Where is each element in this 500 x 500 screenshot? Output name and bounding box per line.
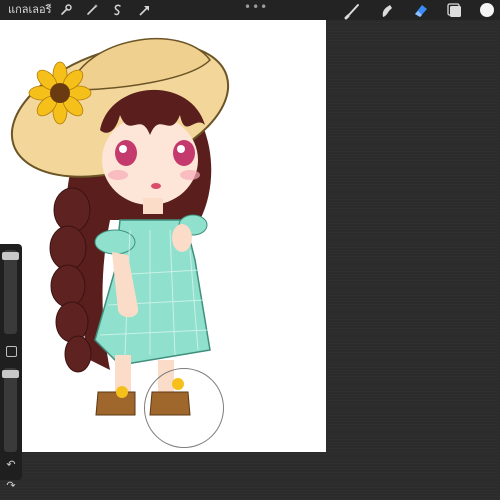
color-picker-circle[interactable]: [480, 3, 494, 17]
sunflower-icon: [28, 61, 92, 125]
transform-arrow-icon[interactable]: [137, 2, 153, 18]
undo-icon[interactable]: ↶: [4, 459, 18, 471]
redo-icon[interactable]: ↷: [4, 480, 18, 492]
more-indicator[interactable]: •••: [244, 0, 268, 14]
magic-wand-icon[interactable]: [84, 2, 100, 18]
brush-size-thumb[interactable]: [2, 252, 19, 260]
gallery-button[interactable]: แกลเลอรี: [8, 3, 52, 17]
opacity-slider[interactable]: [4, 368, 17, 452]
brush-icon[interactable]: [344, 2, 362, 20]
wrench-icon[interactable]: [58, 2, 74, 18]
selection-icon[interactable]: [110, 2, 126, 18]
left-sidebar: [0, 244, 22, 480]
brush-size-slider[interactable]: [4, 250, 17, 334]
brush-cursor-outline: [144, 368, 224, 448]
top-toolbar: แกลเลอรี •••: [0, 0, 500, 20]
layers-icon[interactable]: [446, 2, 464, 20]
smudge-icon[interactable]: [378, 2, 396, 20]
opacity-thumb[interactable]: [2, 370, 19, 378]
modify-square-icon[interactable]: [6, 346, 17, 357]
eraser-icon[interactable]: [412, 2, 430, 20]
